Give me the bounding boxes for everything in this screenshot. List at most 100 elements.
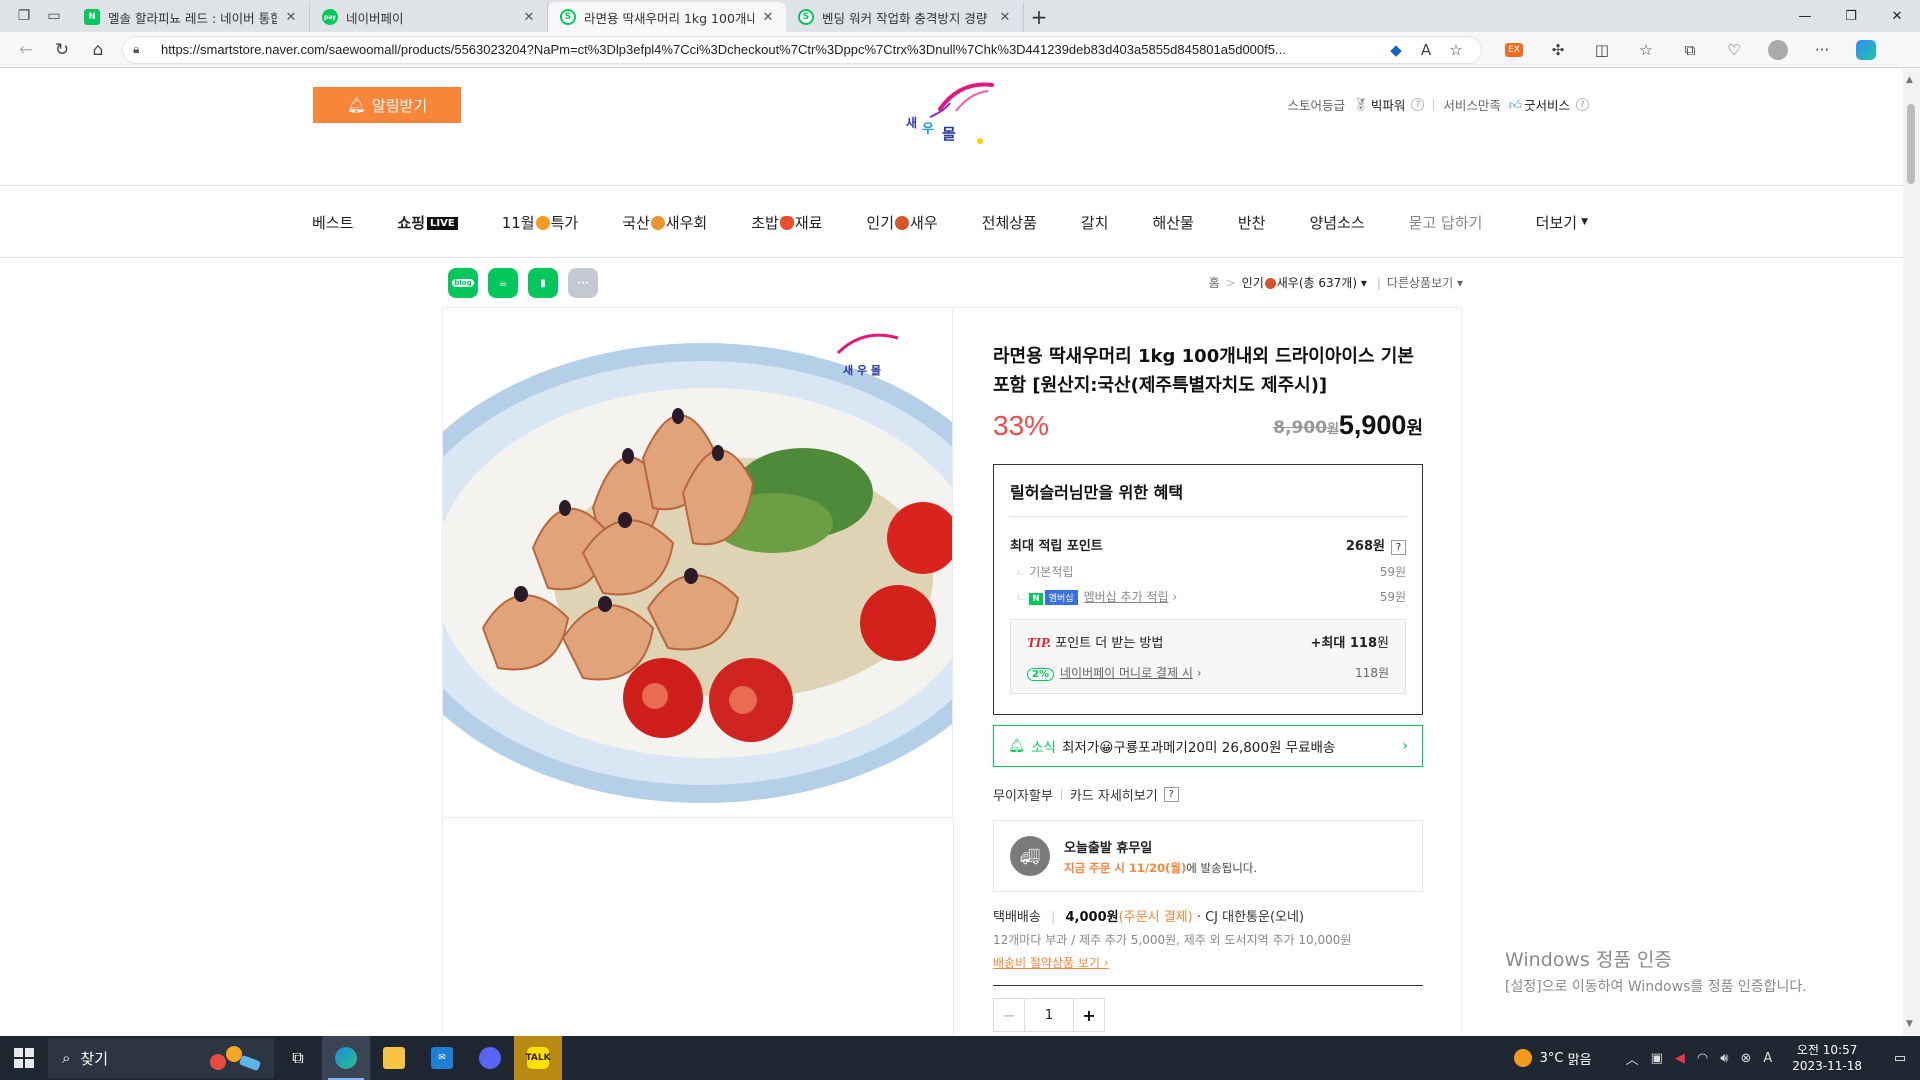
grade-help-icon[interactable]: ?	[1411, 98, 1425, 111]
breadcrumb: 홈 > 인기 새우(총 637개) ▾ | 다른상품보기 ▾	[1208, 274, 1463, 291]
cafe-share-icon[interactable]: ☕︎	[488, 268, 518, 298]
browser-tab[interactable]: N 멜솔 할라피뇨 레드 : 네이버 통합 ✕	[72, 2, 310, 32]
menu-item-best[interactable]: 베스트	[312, 212, 353, 233]
task-view-icon[interactable]: ⧉	[274, 1036, 322, 1080]
meet-now-icon[interactable]: ▣	[1651, 1051, 1663, 1066]
extensions-puzzle-icon[interactable]: ✣	[1536, 35, 1580, 65]
split-screen-icon[interactable]: ◫	[1580, 35, 1624, 65]
menu-item-seafood[interactable]: 해산물	[1152, 212, 1193, 233]
shopping-tag-icon[interactable]: ◆	[1381, 41, 1411, 59]
menu-item-sushi-ingredients[interactable]: 초밥 재료	[751, 212, 822, 233]
membership-chip: 멤버십	[1044, 590, 1078, 605]
shipping-saving-link[interactable]: 배송비 절약상품 보기 ›	[993, 954, 1423, 971]
back-icon[interactable]: ←	[8, 35, 44, 65]
extension-icon[interactable]: EX	[1492, 35, 1536, 65]
ime-indicator[interactable]: A	[1763, 1051, 1772, 1066]
today-shipping-note: 지금 주문 시 11/20(월)에 발송됩니다.	[1064, 860, 1258, 875]
url-text[interactable]: https://smartstore.naver.com/saewoomall/…	[161, 42, 1381, 57]
service-label: 서비스만족	[1443, 98, 1501, 113]
wifi-icon[interactable]: ◠	[1697, 1051, 1708, 1066]
mail-icon[interactable]: ✉	[418, 1036, 466, 1080]
quantity-decrease-button[interactable]: −	[993, 998, 1025, 1032]
speaker-icon[interactable]: 🔊︎	[1720, 1051, 1728, 1066]
weather-widget[interactable]: 3°C 맑음	[1513, 1049, 1592, 1068]
store-news-banner[interactable]: 🔔︎ 소식 최저가😀구룡포과메기20미 26,800원 무료배송 ›	[993, 725, 1423, 767]
read-aloud-icon[interactable]: A	[1411, 41, 1441, 59]
search-highlight-icon	[210, 1046, 261, 1071]
profile-avatar-icon[interactable]	[1756, 35, 1800, 65]
address-toolbar: ← ↻ ⌂ 🔒︎ https://smartstore.naver.com/sa…	[0, 32, 1920, 68]
minimize-icon[interactable]: —	[1782, 0, 1828, 32]
notification-center-icon[interactable]: ▭	[1880, 1051, 1920, 1066]
discord-icon[interactable]	[466, 1036, 514, 1080]
shrimp-icon	[1264, 278, 1276, 289]
taskbar-search[interactable]: ⌕ 찾기	[48, 1038, 274, 1078]
menu-item-qna[interactable]: 묻고 답하기	[1409, 212, 1483, 233]
copilot-icon[interactable]	[1844, 35, 1888, 65]
menu-item-sauces[interactable]: 양념소스	[1309, 212, 1364, 233]
more-share-icon[interactable]: ···	[568, 268, 598, 298]
blog-share-icon[interactable]: blog	[448, 268, 478, 298]
workspaces-icon[interactable]: ❐	[12, 4, 36, 28]
vpn-icon[interactable]: ⊗	[1740, 1051, 1751, 1066]
close-tab-icon[interactable]: ✕	[997, 10, 1013, 25]
browser-tab[interactable]: S 벤딩 워커 작업화 충격방지 경량 ✕	[786, 2, 1024, 32]
menu-item-all-products[interactable]: 전체상품	[982, 212, 1037, 233]
browser-essentials-icon[interactable]: ♡	[1712, 35, 1756, 65]
naver-favicon-icon: N	[84, 9, 100, 25]
breadcrumb-home[interactable]: 홈	[1209, 274, 1220, 291]
scroll-up-icon[interactable]: ▲	[1906, 75, 1913, 85]
address-bar[interactable]: 🔒︎ https://smartstore.naver.com/saewooma…	[122, 35, 1482, 64]
membership-link[interactable]: 멤버십 추가 적립	[1084, 590, 1169, 604]
tab-actions-icon[interactable]: ▭	[42, 4, 66, 28]
more-menu-button[interactable]: 더보기 ▼	[1536, 186, 1588, 258]
menu-item-shopping-live[interactable]: 쇼핑 LIVE	[397, 212, 458, 233]
quantity-increase-button[interactable]: +	[1073, 998, 1105, 1032]
favorites-icon[interactable]: ☆	[1624, 35, 1668, 65]
quantity-input[interactable]: 1	[1025, 998, 1073, 1032]
start-button[interactable]	[0, 1036, 48, 1080]
thumbs-up-icon: 👍︎	[1508, 96, 1522, 112]
bookmark-share-icon[interactable]: ▮	[528, 268, 558, 298]
settings-more-icon[interactable]: ···	[1800, 35, 1844, 65]
naverpay-money-link[interactable]: 네이버페이 머니로 결제 시	[1060, 666, 1193, 680]
scrollbar-thumb[interactable]	[1907, 104, 1915, 184]
refresh-icon[interactable]: ↻	[44, 35, 80, 65]
news-text: 최저가😀구룡포과메기20미 26,800원 무료배송	[1061, 740, 1336, 756]
close-window-icon[interactable]: ✕	[1874, 0, 1920, 32]
menu-item-domestic-sashimi[interactable]: 국산 새우회	[622, 212, 707, 233]
service-help-icon[interactable]: ?	[1576, 98, 1589, 111]
volume-muted-icon[interactable]: ◀	[1675, 1051, 1685, 1066]
chevron-up-icon[interactable]: ︿	[1626, 1049, 1639, 1068]
browser-tab-active[interactable]: S 라면용 딱새우머리 1kg 100개내외 ✕	[548, 2, 786, 32]
menu-item-side-dishes[interactable]: 반찬	[1238, 212, 1266, 233]
new-tab-icon[interactable]: +	[1024, 2, 1054, 32]
file-explorer-icon[interactable]	[370, 1036, 418, 1080]
other-products-link[interactable]: 다른상품보기 ▾	[1387, 274, 1463, 291]
alarm-subscribe-button[interactable]: 🔔︎ 알림받기	[313, 87, 461, 123]
lock-icon[interactable]: 🔒︎	[133, 42, 153, 57]
card-help-icon[interactable]: ?	[1163, 787, 1179, 802]
edge-browser-icon[interactable]	[322, 1036, 370, 1080]
clock[interactable]: 오전 10:57 2023-11-18	[1792, 1042, 1862, 1074]
close-tab-icon[interactable]: ✕	[760, 10, 776, 25]
kakaotalk-icon[interactable]: TALK	[514, 1036, 562, 1080]
close-tab-icon[interactable]: ✕	[283, 10, 299, 25]
page-scrollbar[interactable]: ▲ ▼	[1903, 69, 1920, 1035]
collections-icon[interactable]: ⧉	[1668, 35, 1712, 65]
favorite-star-icon[interactable]: ☆	[1441, 41, 1471, 59]
breadcrumb-category[interactable]: 인기 새우(총 637개) ▾	[1242, 274, 1367, 291]
menu-item-november-special[interactable]: 11월 특가	[502, 212, 579, 233]
menu-item-popular-shrimp[interactable]: 인기 새우	[866, 212, 937, 233]
home-icon[interactable]: ⌂	[80, 35, 116, 65]
restore-icon[interactable]: ❐	[1828, 0, 1874, 32]
store-logo[interactable]: 새 우 몰	[900, 71, 1000, 151]
points-help-icon[interactable]: ?	[1391, 540, 1406, 555]
live-badge: LIVE	[427, 216, 458, 230]
scroll-down-icon[interactable]: ▼	[1906, 1019, 1913, 1029]
browser-tab[interactable]: pay 네이버페이 ✕	[310, 2, 548, 32]
menu-item-hairtail[interactable]: 갈치	[1081, 212, 1109, 233]
close-tab-icon[interactable]: ✕	[521, 10, 537, 25]
card-detail-link[interactable]: 카드 자세히보기	[1070, 785, 1158, 804]
product-image[interactable]: 새 우 몰	[443, 308, 953, 818]
